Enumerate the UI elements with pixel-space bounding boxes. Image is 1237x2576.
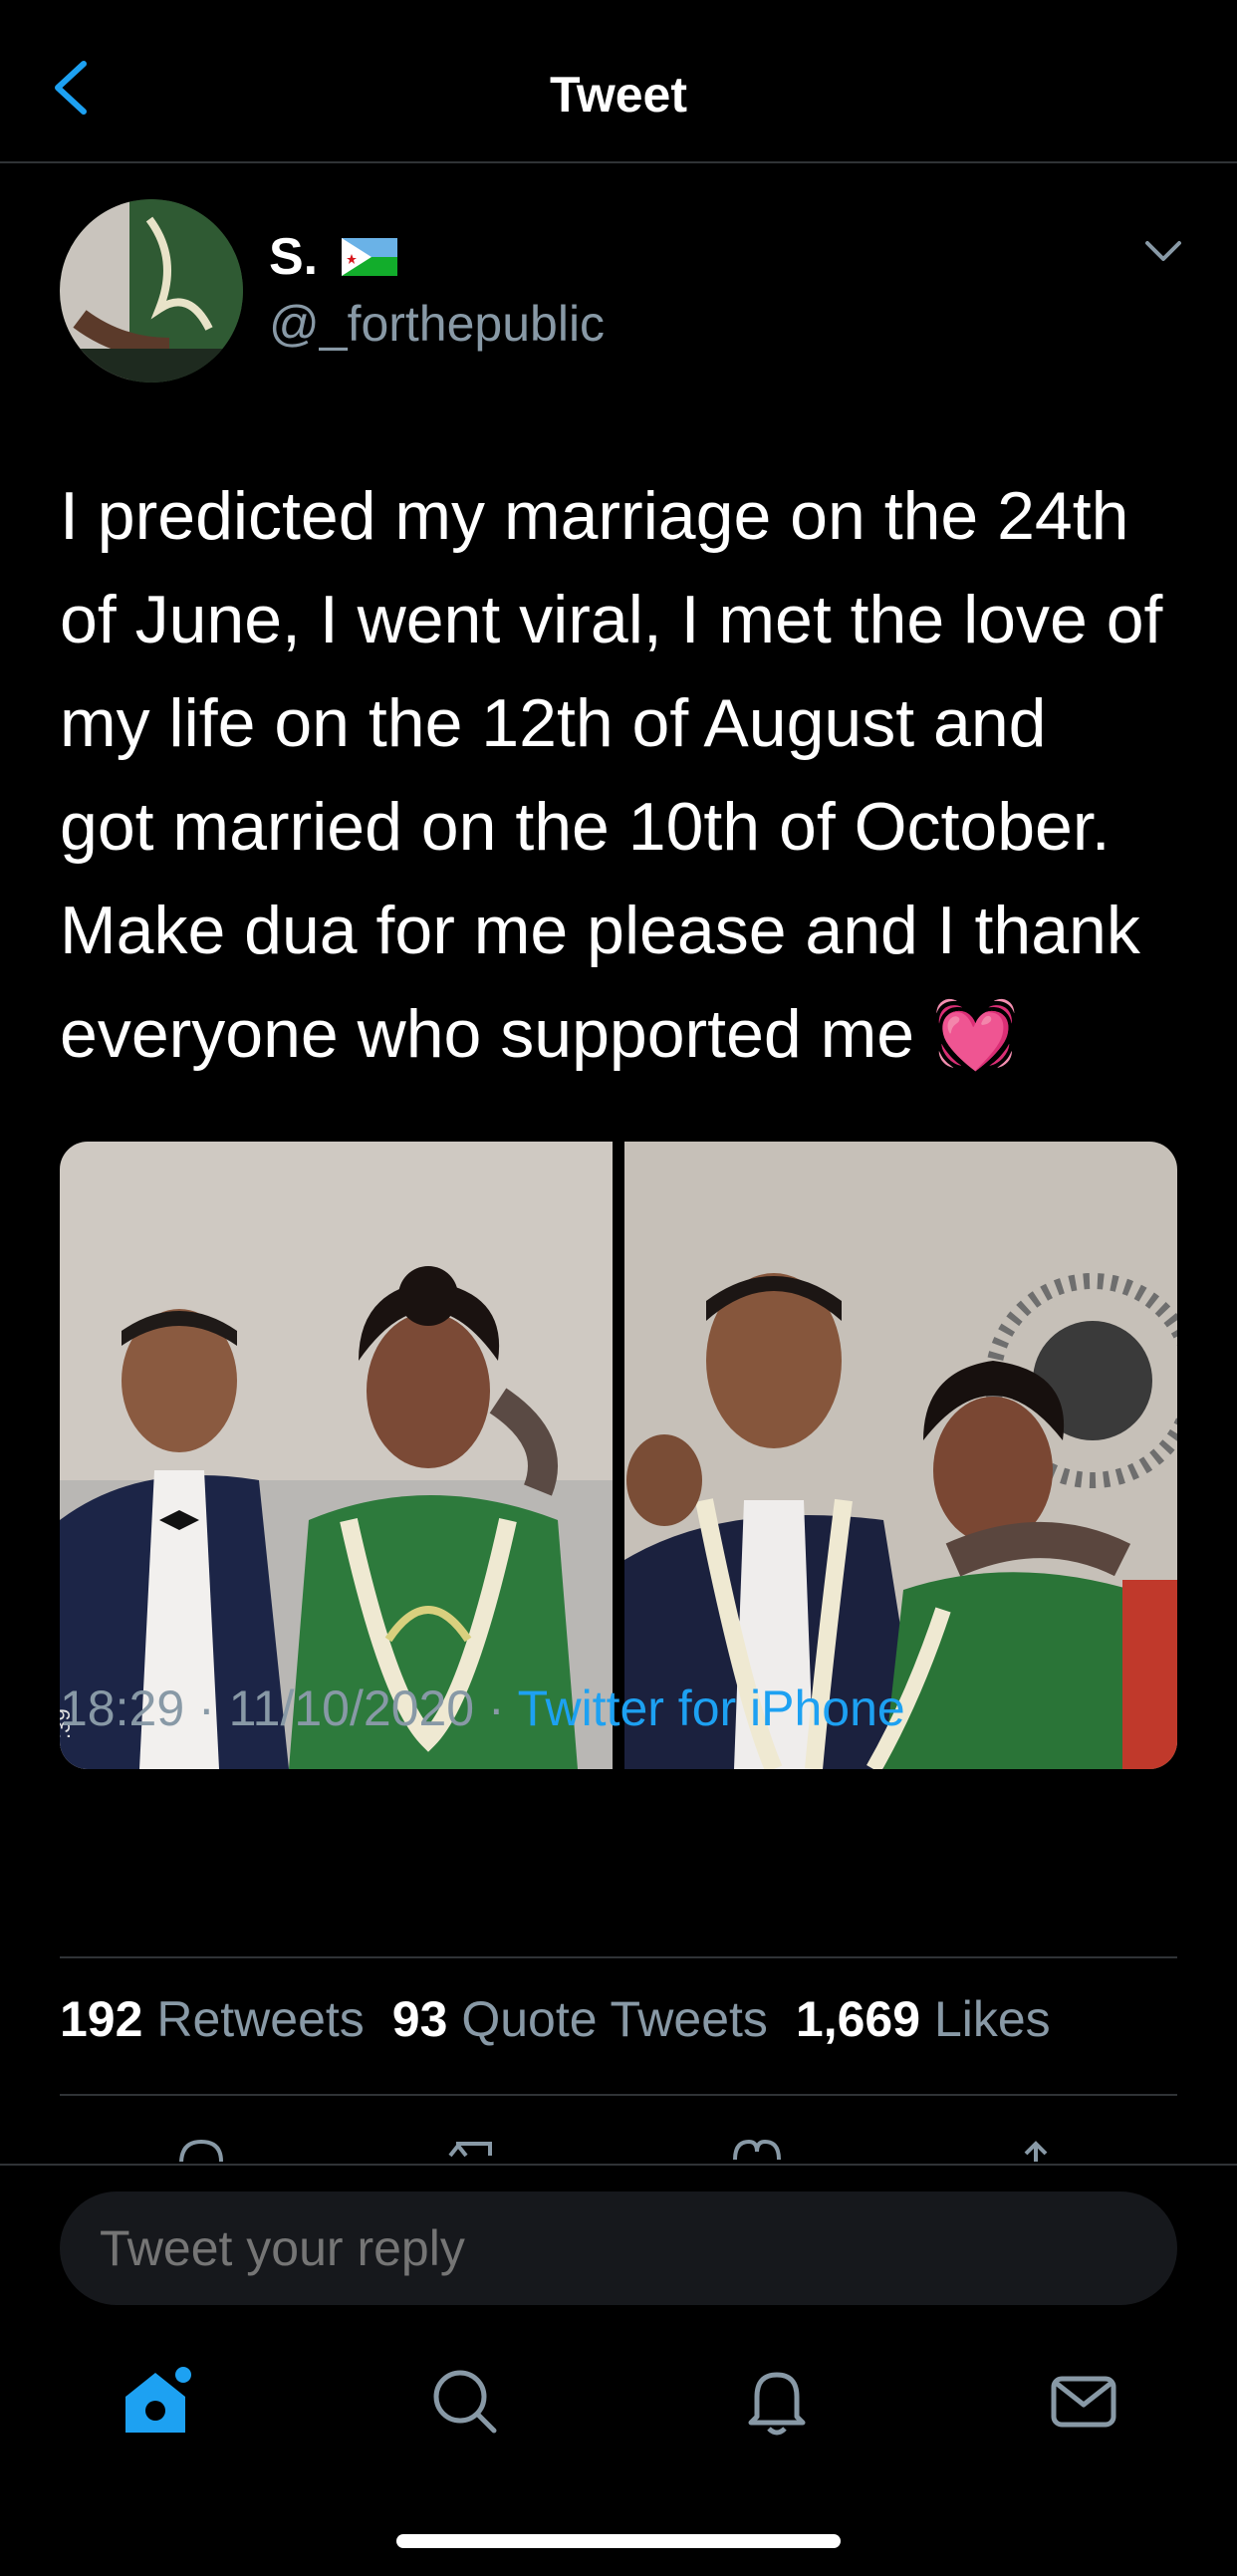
tweet-photo-1[interactable]: :39: [60, 1142, 613, 1769]
like-icon[interactable]: [727, 2136, 787, 2162]
avatar[interactable]: [60, 199, 243, 383]
tweet-source-link[interactable]: Twitter for iPhone: [518, 1680, 905, 1736]
author-name-text: S.: [269, 228, 319, 286]
reply-input[interactable]: [60, 2191, 1177, 2305]
share-icon[interactable]: [1006, 2136, 1066, 2162]
tweet-stats: 192 Retweets 93 Quote Tweets 1,669 Likes: [60, 1990, 1051, 2048]
page-title: Tweet: [550, 67, 687, 123]
notifications-icon[interactable]: [737, 2361, 817, 2441]
divider: [60, 2094, 1177, 2096]
reply-bar-divider: [0, 2164, 1237, 2166]
chevron-down-icon[interactable]: [1143, 239, 1183, 265]
djibouti-flag: [342, 238, 398, 276]
tweet-text: I predicted my marriage on the 24th of J…: [60, 478, 1163, 1072]
reply-icon[interactable]: [171, 2136, 231, 2162]
tab-bar: [0, 2351, 1237, 2470]
tweet-time: 18:29: [60, 1680, 185, 1736]
header: Tweet: [0, 0, 1237, 163]
author-name[interactable]: S.: [269, 227, 398, 287]
search-icon[interactable]: [424, 2361, 504, 2441]
tweet-photo-2[interactable]: [624, 1142, 1177, 1769]
retweet-icon[interactable]: [444, 2136, 504, 2162]
messages-icon[interactable]: [1044, 2361, 1123, 2441]
likes-stat[interactable]: 1,669 Likes: [796, 1990, 1051, 2048]
tweet-actions: [0, 2132, 1237, 2162]
home-indicator[interactable]: [396, 2534, 841, 2548]
tweet-photos: :39: [60, 1142, 1177, 1769]
retweets-stat[interactable]: 192 Retweets: [60, 1990, 365, 2048]
home-icon[interactable]: [116, 2361, 195, 2441]
author-handle[interactable]: @_forthepublic: [269, 295, 605, 353]
divider: [60, 1956, 1177, 1958]
quote-tweets-stat[interactable]: 93 Quote Tweets: [392, 1990, 768, 2048]
tweet-date: 11/10/2020: [228, 1680, 475, 1736]
tweet-meta: 18:29 · 11/10/2020 · Twitter for iPhone: [60, 1680, 905, 1736]
